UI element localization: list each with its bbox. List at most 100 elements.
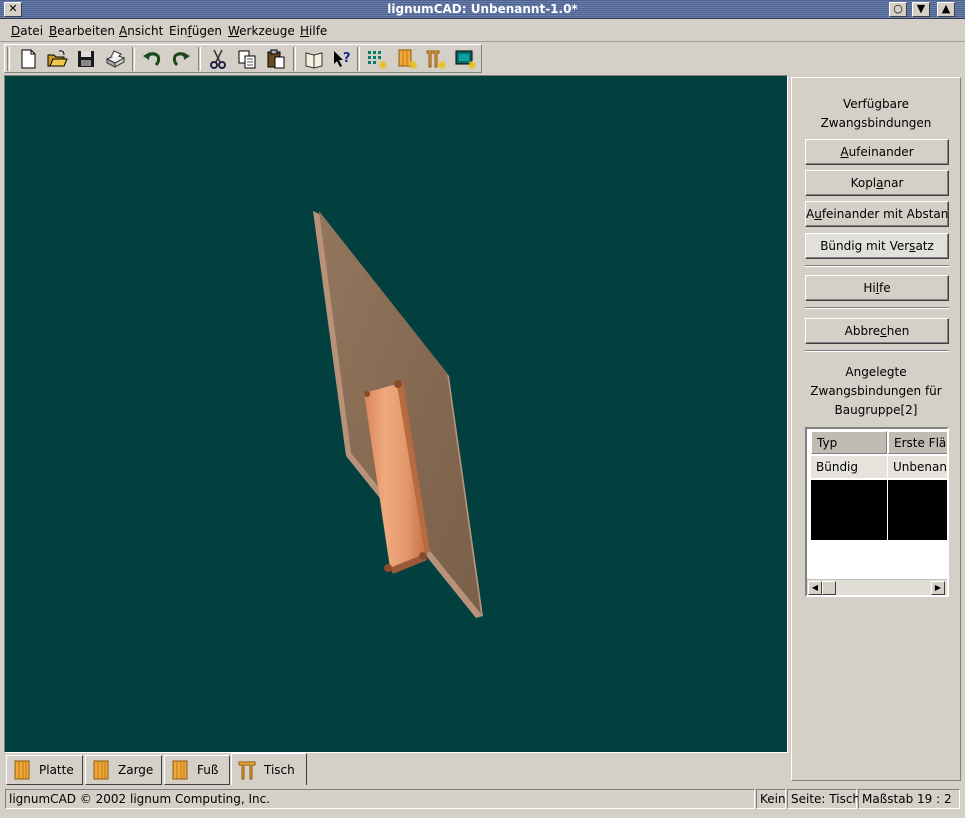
model-viewport[interactable] xyxy=(4,75,788,753)
hilfe-button[interactable]: Hilfe xyxy=(805,275,949,301)
corner-marker xyxy=(364,391,370,397)
panel-separator xyxy=(805,307,949,309)
koplanar-button[interactable]: Koplanar xyxy=(805,170,949,196)
button-label: hen xyxy=(886,324,910,338)
open-folder-icon[interactable] xyxy=(44,47,70,71)
menu-bearbeiten[interactable]: Bearbeiten xyxy=(49,24,115,38)
mnemonic: A xyxy=(840,145,849,159)
abbrechen-button[interactable]: Abbrechen xyxy=(805,318,949,344)
new-model-icon[interactable] xyxy=(363,47,389,71)
menu-bar: Datei Bearbeiten Ansicht Einfügen Werkze… xyxy=(0,20,965,42)
button-label: A xyxy=(806,207,815,221)
toolbar-separator xyxy=(198,47,201,71)
aufeinander-mit-abstand-button[interactable]: Aufeinander mit Abstand xyxy=(805,201,949,227)
mnemonic: a xyxy=(876,176,884,190)
menu-hilfe-mnemonic: H xyxy=(300,24,310,38)
new-assembly-icon[interactable] xyxy=(422,47,448,71)
status-message: lignumCAD © 2002 lignum Computing, Inc. xyxy=(5,789,755,809)
menu-einfuegen[interactable]: Einfügen xyxy=(169,24,222,38)
constraints-panel: Verfügbare Zwangsbindungen Aufeinander K… xyxy=(791,77,961,781)
status-selection: Kein xyxy=(756,789,786,809)
status-page: Seite: Tisch xyxy=(787,789,860,809)
menu-datei-mnemonic: D xyxy=(11,24,21,38)
print-icon[interactable] xyxy=(102,47,128,71)
minimize-icon[interactable]: ▼ xyxy=(912,2,930,17)
toolbar-separator xyxy=(293,47,296,71)
scrollbar-thumb[interactable] xyxy=(822,581,836,595)
button-label: feinander mit Abstand xyxy=(821,207,949,221)
menu-werkzeuge-label: erkzeuge xyxy=(239,24,295,38)
tab-tisch[interactable]: Tisch xyxy=(231,753,307,785)
table-assembly-icon xyxy=(238,761,256,779)
copy-icon[interactable] xyxy=(234,47,260,71)
column-header-typ[interactable]: Typ xyxy=(811,431,887,454)
toolbar-grip[interactable] xyxy=(7,47,10,71)
new-board-icon[interactable] xyxy=(393,47,419,71)
scroll-right-icon[interactable]: ▶ xyxy=(931,581,945,595)
button-label: fe xyxy=(879,281,891,295)
tab-platte[interactable]: Platte xyxy=(6,755,83,785)
column-header-erste-flaeche[interactable]: Erste Fläche xyxy=(888,431,947,454)
paste-icon[interactable] xyxy=(263,47,289,71)
redo-icon[interactable] xyxy=(168,47,194,71)
menu-hilfe-label: ilfe xyxy=(309,24,328,38)
board-icon xyxy=(93,760,109,780)
menu-datei[interactable]: Datei xyxy=(11,24,43,38)
new-view-icon[interactable] xyxy=(452,47,478,71)
save-floppy-icon[interactable] xyxy=(73,47,99,71)
board-icon xyxy=(172,760,188,780)
help-book-icon[interactable] xyxy=(301,47,327,71)
board-icon xyxy=(14,760,30,780)
applied-constraints-heading: Angelegte Zwangsbindungen für Baugruppe[… xyxy=(792,363,960,420)
new-file-icon[interactable] xyxy=(15,47,41,71)
menu-bearbeiten-mnemonic: B xyxy=(49,24,58,38)
table-cell-empty xyxy=(888,480,947,540)
panel-separator xyxy=(805,350,949,352)
scroll-left-icon[interactable]: ◀ xyxy=(808,581,822,595)
corner-marker xyxy=(394,380,402,388)
applied-constraints-table[interactable]: Typ Erste Fläche Bündig Unbenannt ◀ ▶ xyxy=(805,427,949,597)
whats-this-icon[interactable]: ? xyxy=(329,47,355,71)
page-tabs: Platte Zarge Fuß Tisch xyxy=(4,753,788,787)
menu-werkzeuge[interactable]: Werkzeuge xyxy=(228,24,295,38)
button-label: Abbre xyxy=(844,324,881,338)
available-constraints-heading: Verfügbare Zwangsbindungen xyxy=(792,95,960,133)
svg-text:?: ? xyxy=(343,51,351,66)
heading-line: Zwangsbindungen xyxy=(820,116,932,130)
status-scale: Maßstab 19 : 2 xyxy=(858,789,960,809)
aufeinander-button[interactable]: Aufeinander xyxy=(805,139,949,165)
menu-ansicht[interactable]: Ansicht xyxy=(119,24,163,38)
tab-label: Tisch xyxy=(264,762,295,777)
heading-line: Verfügbare xyxy=(842,97,910,111)
menu-einfuegen-label-b: ügen xyxy=(191,24,222,38)
mnemonic: u xyxy=(814,207,822,221)
menu-hilfe[interactable]: Hilfe xyxy=(300,24,327,38)
corner-marker xyxy=(384,564,392,572)
table-cell[interactable]: Unbenannt xyxy=(888,456,947,479)
menu-datei-label: atei xyxy=(20,24,44,38)
menu-einfuegen-label-a: Ein xyxy=(169,24,188,38)
toolbar-separator xyxy=(357,47,360,71)
button-label: Kopl xyxy=(850,176,877,190)
shade-icon[interactable]: ○ xyxy=(889,2,907,17)
tab-fuss[interactable]: Fuß xyxy=(164,755,230,785)
tab-label: Platte xyxy=(39,763,74,777)
tab-zarge[interactable]: Zarge xyxy=(85,755,162,785)
maximize-icon[interactable]: ▲ xyxy=(937,2,955,17)
buendig-mit-versatz-button[interactable]: Bündig mit Versatz xyxy=(805,233,949,259)
heading-line: Angelegte xyxy=(845,365,907,379)
button-label: nar xyxy=(883,176,904,190)
undo-icon[interactable] xyxy=(139,47,165,71)
cut-icon[interactable] xyxy=(205,47,231,71)
window-title: lignumCAD: Unbenannt-1.0* xyxy=(387,2,578,16)
button-label: Hi xyxy=(863,281,876,295)
table-cell[interactable]: Bündig xyxy=(811,456,887,479)
mnemonic: c xyxy=(880,324,887,338)
button-label: Bündig mit Ver xyxy=(820,239,910,253)
panel-separator xyxy=(805,265,949,267)
heading-line: Zwangsbindungen für xyxy=(810,384,942,398)
tab-label: Zarge xyxy=(118,763,154,777)
horizontal-scrollbar[interactable]: ◀ ▶ xyxy=(807,579,947,595)
menu-werkzeuge-mnemonic: W xyxy=(228,24,240,38)
title-bar: ✕ lignumCAD: Unbenannt-1.0* ○ ▼ ▲ xyxy=(0,0,965,19)
